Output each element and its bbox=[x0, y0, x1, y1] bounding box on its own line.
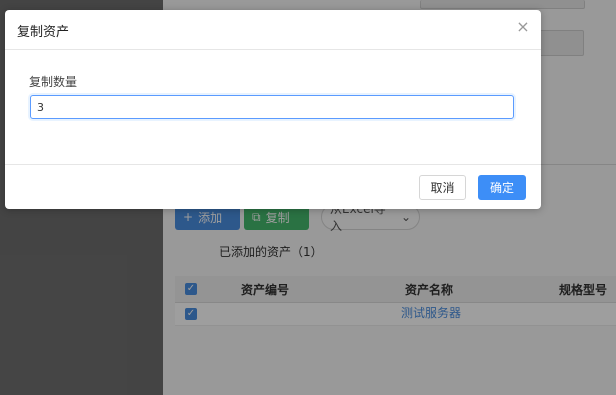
confirm-button[interactable]: 确定 bbox=[478, 175, 526, 200]
copy-asset-dialog: 复制资产 × 复制数量 取消 确定 bbox=[5, 10, 541, 209]
cancel-button[interactable]: 取消 bbox=[419, 175, 466, 200]
close-icon[interactable]: × bbox=[516, 19, 530, 35]
dialog-header: 复制资产 × bbox=[5, 10, 541, 50]
copy-quantity-input[interactable] bbox=[30, 95, 514, 119]
dialog-footer: 取消 确定 bbox=[5, 164, 541, 209]
dialog-title: 复制资产 bbox=[17, 25, 70, 40]
copy-quantity-label: 复制数量 bbox=[29, 75, 78, 89]
